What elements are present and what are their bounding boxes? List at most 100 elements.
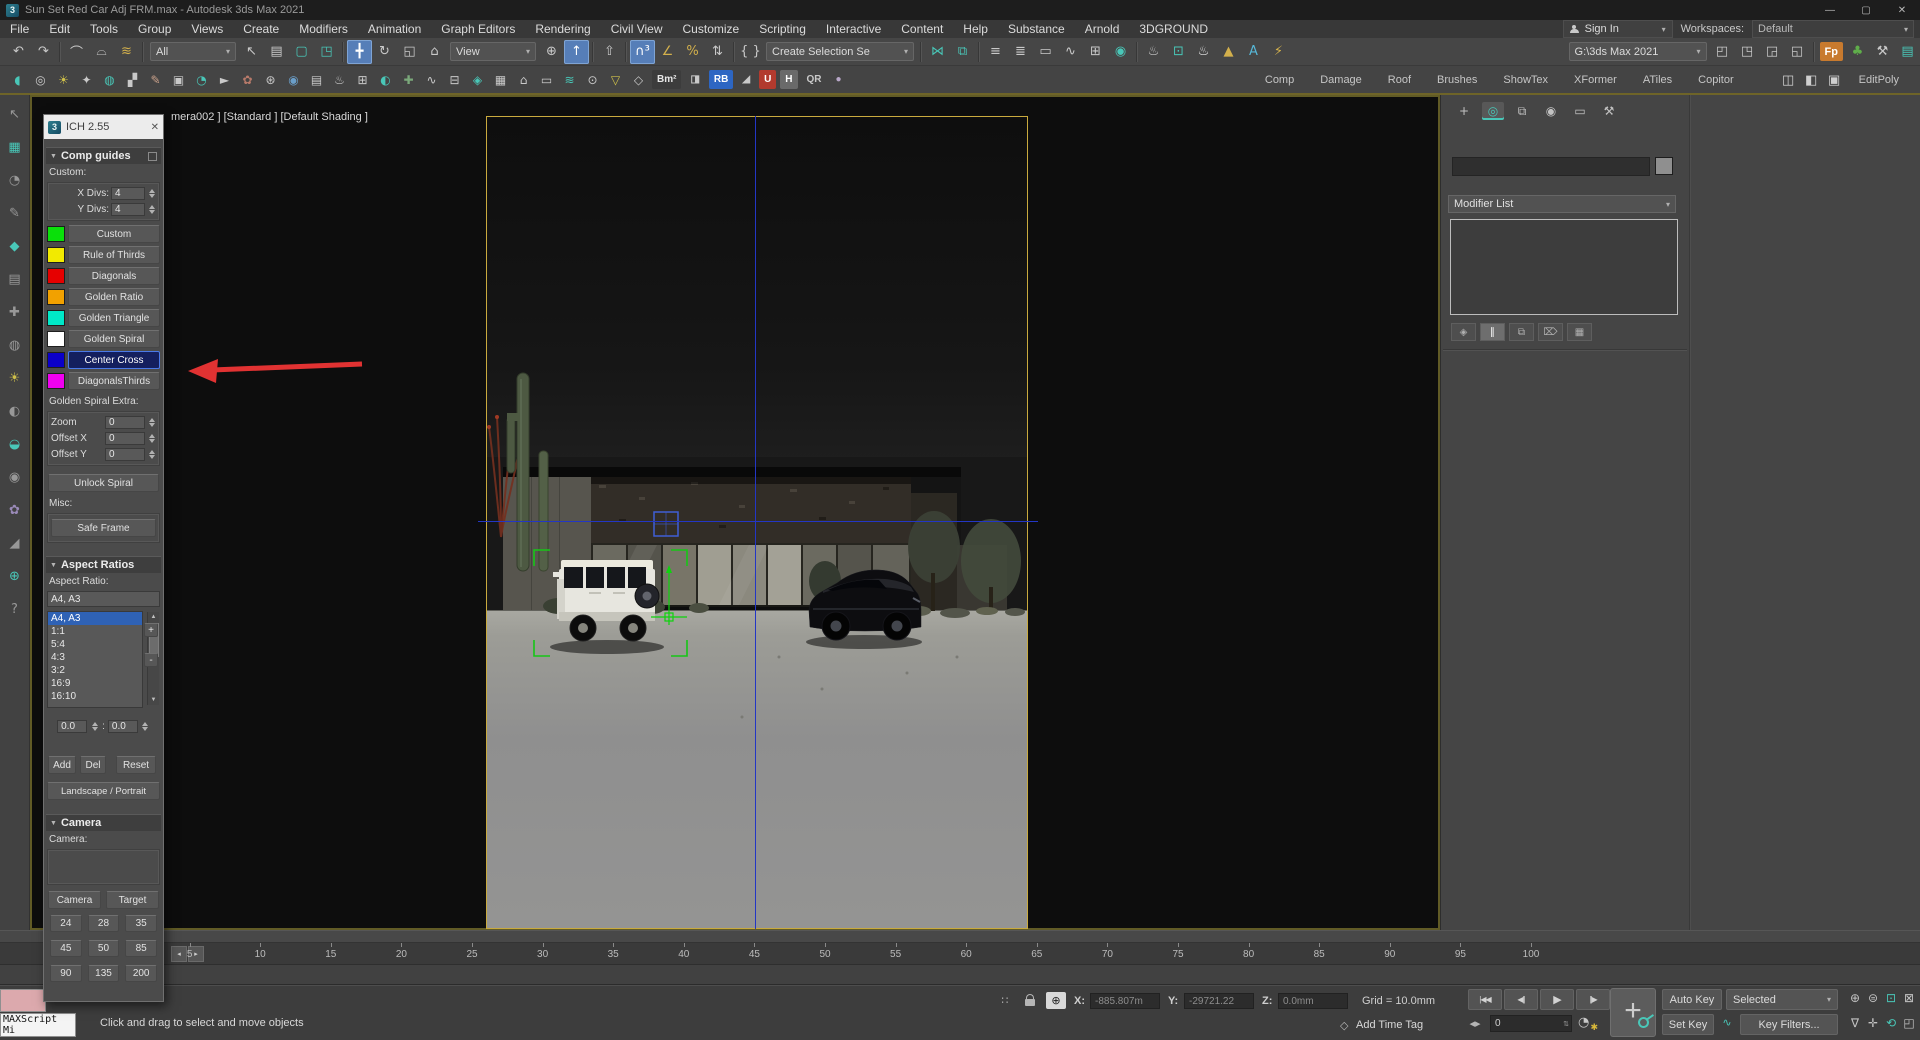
undo-icon[interactable]: ↶: [6, 40, 31, 64]
second-toolbar-icon-01[interactable]: ◖: [6, 69, 29, 90]
focal-90-button[interactable]: 90: [50, 965, 82, 982]
copitor-button[interactable]: Copitor: [1698, 74, 1733, 86]
bind-spacewarp-icon[interactable]: ≋: [114, 40, 139, 64]
absolute-mode-icon[interactable]: ⊕: [1046, 992, 1066, 1009]
left-tool-bottom-icon[interactable]: ◒: [5, 435, 25, 453]
configure-modifier-sets-button[interactable]: ▦: [1567, 323, 1592, 341]
focal-45-button[interactable]: 45: [50, 940, 82, 957]
comp-guides-rollout[interactable]: ▼ Comp guides: [46, 147, 161, 164]
diagonals-color-swatch[interactable]: [47, 268, 65, 284]
pin-stack-button[interactable]: ◈: [1451, 323, 1476, 341]
time-slider-track[interactable]: [0, 930, 1920, 943]
golden-spiral-button[interactable]: Golden Spiral: [68, 330, 160, 348]
zoom-icon[interactable]: ⊕: [1846, 989, 1864, 1007]
menu-item-interactive[interactable]: Interactive: [816, 20, 891, 38]
project-folder-dropdown[interactable]: G:\3ds Max 2021▾: [1569, 42, 1707, 61]
left-tool-plus-icon[interactable]: ✚: [5, 303, 25, 321]
quadremesher-button[interactable]: QR: [802, 70, 827, 89]
arnold-render-icon[interactable]: A: [1241, 40, 1266, 64]
ratio-height-spinner[interactable]: [141, 720, 150, 733]
golden-spiral-color-swatch[interactable]: [47, 331, 65, 347]
selection-placement-icon[interactable]: ∷: [995, 992, 1015, 1009]
maximize-button[interactable]: ▢: [1848, 0, 1884, 20]
ref-coord-dropdown[interactable]: View▾: [450, 42, 536, 61]
create-selection-set-dropdown[interactable]: Create Selection Se▾: [766, 42, 914, 61]
second-toolbar-icon-24[interactable]: ▭: [535, 69, 558, 90]
asset-export-icon[interactable]: ◱: [1785, 40, 1810, 64]
camera-pick-area[interactable]: [47, 849, 160, 885]
menu-item-civil-view[interactable]: Civil View: [601, 20, 673, 38]
menu-item-edit[interactable]: Edit: [39, 20, 80, 38]
second-toolbar-icon-20[interactable]: ⊟: [443, 69, 466, 90]
focal-28-button[interactable]: 28: [88, 915, 120, 932]
center-cross-color-swatch[interactable]: [47, 352, 65, 368]
aspect-option-4-3[interactable]: 4:3: [48, 651, 142, 664]
select-place-icon[interactable]: ⌂: [422, 40, 447, 64]
redo-icon[interactable]: ↷: [31, 40, 56, 64]
angle-snap-icon[interactable]: ∠: [655, 40, 680, 64]
menu-item-animation[interactable]: Animation: [358, 20, 431, 38]
layout-quad-icon[interactable]: ▣: [1823, 70, 1846, 90]
frame-nav-icon[interactable]: ◂▸: [1466, 1015, 1484, 1032]
aspect-ratios-rollout[interactable]: ▼ Aspect Ratios: [46, 556, 161, 573]
layer-explorer-icon[interactable]: ≣: [1008, 40, 1033, 64]
schematic-view-icon[interactable]: ⊞: [1083, 40, 1108, 64]
create-tab[interactable]: +: [1453, 102, 1475, 120]
second-toolbar-icon-14[interactable]: ▤: [305, 69, 328, 90]
maxscript-mini-listener[interactable]: MAXScript Mi: [0, 1013, 76, 1037]
add-time-tag-button[interactable]: Add Time Tag: [1356, 1019, 1423, 1031]
scene-explorer-icon[interactable]: ≡: [983, 40, 1008, 64]
key-filters-button[interactable]: Key Filters...: [1740, 1014, 1838, 1035]
editpoly-button[interactable]: EditPoly: [1859, 74, 1899, 86]
utilities-tab[interactable]: ⚒: [1598, 102, 1620, 120]
previous-key-button[interactable]: ◀||: [1504, 989, 1538, 1010]
remove-modifier-button[interactable]: ⌦: [1538, 323, 1563, 341]
pan-icon[interactable]: ✛: [1864, 1014, 1882, 1032]
add-button[interactable]: Add: [48, 756, 76, 774]
reset-button[interactable]: Reset: [116, 756, 156, 774]
notes-icon[interactable]: ▤: [1895, 40, 1920, 64]
left-tool-diamond-icon[interactable]: ◆: [5, 237, 25, 255]
select-link-icon[interactable]: ⌒: [64, 40, 89, 64]
workspace-dropdown[interactable]: Default ▾: [1752, 20, 1914, 38]
curve-editor-icon[interactable]: ∿: [1058, 40, 1083, 64]
camera-button[interactable]: Camera: [48, 891, 101, 909]
aspect-ratio-list[interactable]: A4, A31:15:44:33:216:916:10: [47, 611, 143, 708]
selection-filter-dropdown[interactable]: All▾: [150, 42, 236, 61]
diagonals-button[interactable]: Diagonals: [68, 267, 160, 285]
atiles-button[interactable]: ATiles: [1643, 74, 1672, 86]
left-tool-help-icon[interactable]: ?: [5, 600, 25, 618]
maxscript-mini-listener-pink[interactable]: [0, 989, 46, 1012]
x-divs-spinner[interactable]: [147, 187, 156, 200]
menu-item-group[interactable]: Group: [128, 20, 181, 38]
offset-x-field[interactable]: 0: [105, 432, 145, 445]
play-button[interactable]: ▶: [1540, 989, 1574, 1010]
ich-title-bar[interactable]: 3 ICH 2.55 ✕: [44, 115, 163, 139]
second-toolbar-icon-27[interactable]: ▽: [604, 69, 627, 90]
scroll-up-icon[interactable]: ▲: [148, 612, 159, 622]
menu-item-rendering[interactable]: Rendering: [525, 20, 600, 38]
menu-item-views[interactable]: Views: [181, 20, 233, 38]
left-tool-target-icon[interactable]: ◉: [5, 468, 25, 486]
next-key-button[interactable]: ||▶: [1576, 989, 1610, 1010]
golden-ratio-button[interactable]: Golden Ratio: [68, 288, 160, 306]
select-rotate-icon[interactable]: ↻: [372, 40, 397, 64]
rule-of-thirds-button[interactable]: Rule of Thirds: [68, 246, 160, 264]
layout-two-pane-icon[interactable]: ◫: [1777, 70, 1800, 90]
minimize-button[interactable]: —: [1812, 0, 1848, 20]
ratio-width-spinner[interactable]: [90, 720, 99, 733]
zoom-spinner[interactable]: [147, 416, 156, 429]
timeline-ruler[interactable]: ◂ ▸ 051015202530354045505560657075808590…: [0, 943, 1920, 965]
second-toolbar-icon-23[interactable]: ⌂: [512, 69, 535, 90]
left-tool-flower-icon[interactable]: ✿: [5, 501, 25, 519]
left-tool-list-icon[interactable]: ▤: [5, 270, 25, 288]
mirror-icon[interactable]: ⋈: [925, 40, 950, 64]
second-toolbar-icon-05[interactable]: ◍: [98, 69, 121, 90]
aspect-option-3-2[interactable]: 3:2: [48, 664, 142, 677]
zoom-region-icon[interactable]: ⊠: [1900, 989, 1918, 1007]
second-toolbar-icon-18[interactable]: ✚: [397, 69, 420, 90]
golden-triangle-button[interactable]: Golden Triangle: [68, 309, 160, 327]
display-tab[interactable]: ▭: [1569, 102, 1591, 120]
selection-lock-icon[interactable]: [1025, 999, 1035, 1006]
ribbon-icon[interactable]: ▭: [1033, 40, 1058, 64]
